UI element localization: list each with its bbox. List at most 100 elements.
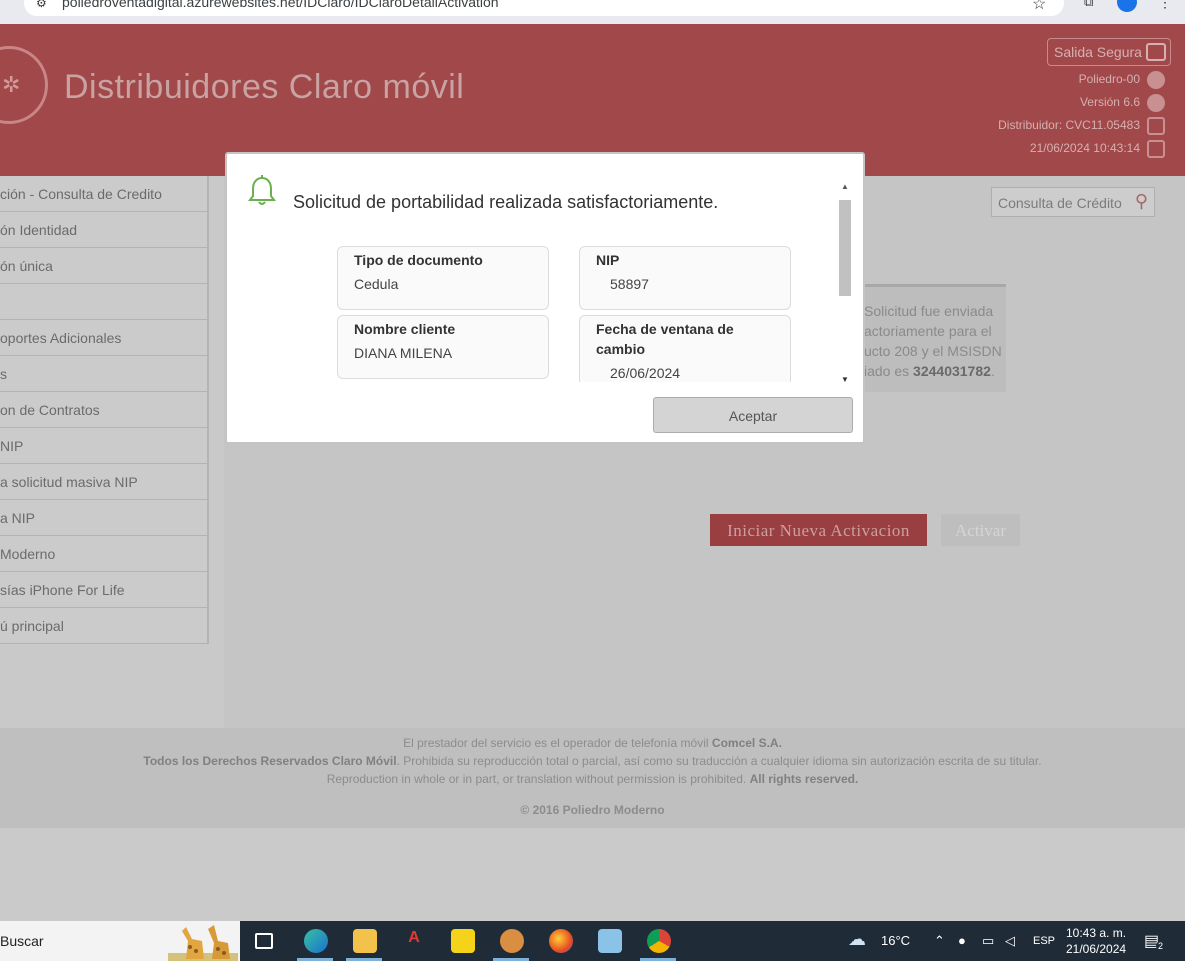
windows-taskbar: Buscar A ☁ 16°C ⌃ ● ▭ ◁ ESP 10:43 a. m. … [0,921,1185,961]
logout-label: Salida Segura [1054,44,1142,60]
field-label: Nombre cliente [354,321,456,337]
temperature[interactable]: 16°C [881,933,910,948]
footer-reproduction-text: Reproduction in whole or in part, or tra… [326,772,750,786]
chrome-icon[interactable] [647,929,671,953]
network-icon[interactable]: ▭ [982,933,994,949]
clock-date: 21/06/2024 [1066,942,1127,956]
sidebar-item[interactable]: on de Contratos [0,392,209,428]
modal-scrollbar[interactable]: ▲ ▼ [837,182,853,384]
notification-count: 2 [1156,941,1166,951]
footer-operator: El prestador del servicio es el operador… [0,736,1185,750]
activate-button[interactable]: Activar [941,514,1020,546]
sidebar-item[interactable]: ón Identidad [0,212,209,248]
consulta-credito-label: Consulta de Crédito [998,195,1122,211]
logout-button[interactable]: Salida Segura [1047,38,1171,66]
sidebar-item[interactable]: Moderno [0,536,209,572]
footer-rights-bold: Todos los Derechos Reservados Claro Móvi… [143,754,397,768]
msisdn-value: 3244031782 [913,363,991,379]
field-nip: NIP 58897 [579,246,791,310]
footer-rights-text: . Prohibida su reproducción total o parc… [396,754,1042,768]
lock-icon [1146,43,1166,61]
file-explorer-icon[interactable] [353,929,377,953]
field-document-type: Tipo de documento Cedula [337,246,549,310]
language-indicator[interactable]: ESP [1033,935,1055,947]
search-label: Buscar [0,933,44,949]
notepad-icon[interactable] [598,929,622,953]
claro-logo-icon: ✲ [2,72,21,97]
sidebar-item[interactable]: s [0,356,209,392]
scrollbar-thumb[interactable] [839,200,851,296]
browser-address-bar: ⚙ poliedroventadigital.azurewebsites.net… [0,0,1185,24]
field-value: Cedula [354,276,399,292]
volume-icon[interactable]: ◁ [1005,933,1015,949]
message-line: ucto 208 y el MSISDN [864,343,1002,359]
distributor-icon [1147,117,1165,135]
field-label: Fecha de ventana de cambio [596,321,734,357]
bookmark-star-icon[interactable]: ☆ [1032,0,1046,14]
version-info: Versión 6.6 [1079,95,1140,109]
footer-reproduction-bold: All rights reserved. [749,772,859,786]
sidebar-item[interactable]: ción - Consulta de Credito [0,176,209,212]
tray-chevron-icon[interactable]: ⌃ [934,933,945,949]
sidebar-item[interactable]: a NIP [0,500,209,536]
footer-operator-text: El prestador del servicio es el operador… [403,736,712,750]
footer-rights: Todos los Derechos Reservados Claro Móvi… [0,754,1185,768]
sidebar-item[interactable] [0,284,209,320]
success-modal: Solicitud de portabilidad realizada sati… [225,152,865,444]
sidebar-item[interactable]: sías iPhone For Life [0,572,209,608]
message-suffix: . [990,363,995,379]
acrobat-icon[interactable]: A [402,929,426,953]
scroll-down-arrow-icon[interactable]: ▼ [841,375,849,384]
modal-scroll-area[interactable]: Tipo de documento Cedula NIP 58897 Nombr… [337,246,797,382]
field-label: NIP [596,252,620,268]
firefox-icon[interactable] [549,929,573,953]
footer-copyright: © 2016 Poliedro Moderno [520,803,665,817]
browser-menu-icon[interactable]: ⋮ [1158,0,1172,11]
message-prefix: iado es [864,363,914,379]
page-bottom [0,828,1185,921]
footer-operator-name: Comcel S.A. [711,736,782,750]
scroll-up-arrow-icon[interactable]: ▲ [841,182,849,191]
accept-button[interactable]: Aceptar [653,397,853,433]
field-value: DIANA MILENA [354,345,453,361]
version-icon [1147,94,1165,112]
consulta-credito-button[interactable]: Consulta de Crédito ⚲ [991,187,1155,217]
start-new-activation-button[interactable]: Iniciar Nueva Activacion [710,514,927,546]
field-change-window-date: Fecha de ventana de cambio 26/06/2024 [579,315,791,382]
url-text[interactable]: poliedroventadigital.azurewebsites.net/I… [62,0,499,10]
field-value: 58897 [610,276,649,292]
profile-avatar[interactable] [1117,0,1137,12]
activation-message: Solicitud fue enviada actoriamente para … [852,284,1006,392]
sidebar-item[interactable]: ú principal [0,608,209,644]
taskbar-clock[interactable]: 10:43 a. m. 21/06/2024 [1066,925,1126,957]
page-footer: El prestador del servicio es el operador… [0,728,1185,828]
giraffe-search-art-icon [168,925,238,961]
weather-cloud-icon[interactable]: ☁ [848,929,866,950]
edge-icon[interactable] [304,929,328,953]
app-icon[interactable] [500,929,524,953]
sticky-notes-icon[interactable] [451,929,475,953]
task-view-icon[interactable] [255,933,273,949]
bell-icon [248,175,276,205]
sidebar-item[interactable]: ón única [0,248,209,284]
clock-time: 10:43 a. m. [1066,926,1127,940]
footer-reproduction: Reproduction in whole or in part, or tra… [0,772,1185,786]
distributor-info: Distribuidor: CVC11.05483 [998,118,1140,132]
sidebar-item[interactable]: NIP [0,428,209,464]
field-client-name: Nombre cliente DIANA MILENA [337,315,549,379]
sidebar-menu: ción - Consulta de Credito ón Identidad … [0,176,210,644]
extensions-icon[interactable]: ⧉ [1084,0,1093,10]
microphone-icon[interactable]: ● [958,933,966,948]
datetime-info: 21/06/2024 10:43:14 [1029,141,1140,155]
site-info-icon[interactable]: ⚙ [36,0,47,10]
field-label: Tipo de documento [354,252,483,268]
field-value: 26/06/2024 [610,365,681,381]
site-title: Distribuidores Claro móvil [64,68,465,106]
sidebar-item[interactable]: a solicitud masiva NIP [0,464,209,500]
search-icon: ⚲ [1134,191,1148,211]
user-info: Poliedro-00 [1078,72,1140,86]
message-line: iado es 3244031782. [864,361,1006,381]
message-line: Solicitud fue enviada [864,303,994,319]
sidebar-item[interactable]: oportes Adicionales [0,320,209,356]
modal-title: Solicitud de portabilidad realizada sati… [293,192,719,212]
